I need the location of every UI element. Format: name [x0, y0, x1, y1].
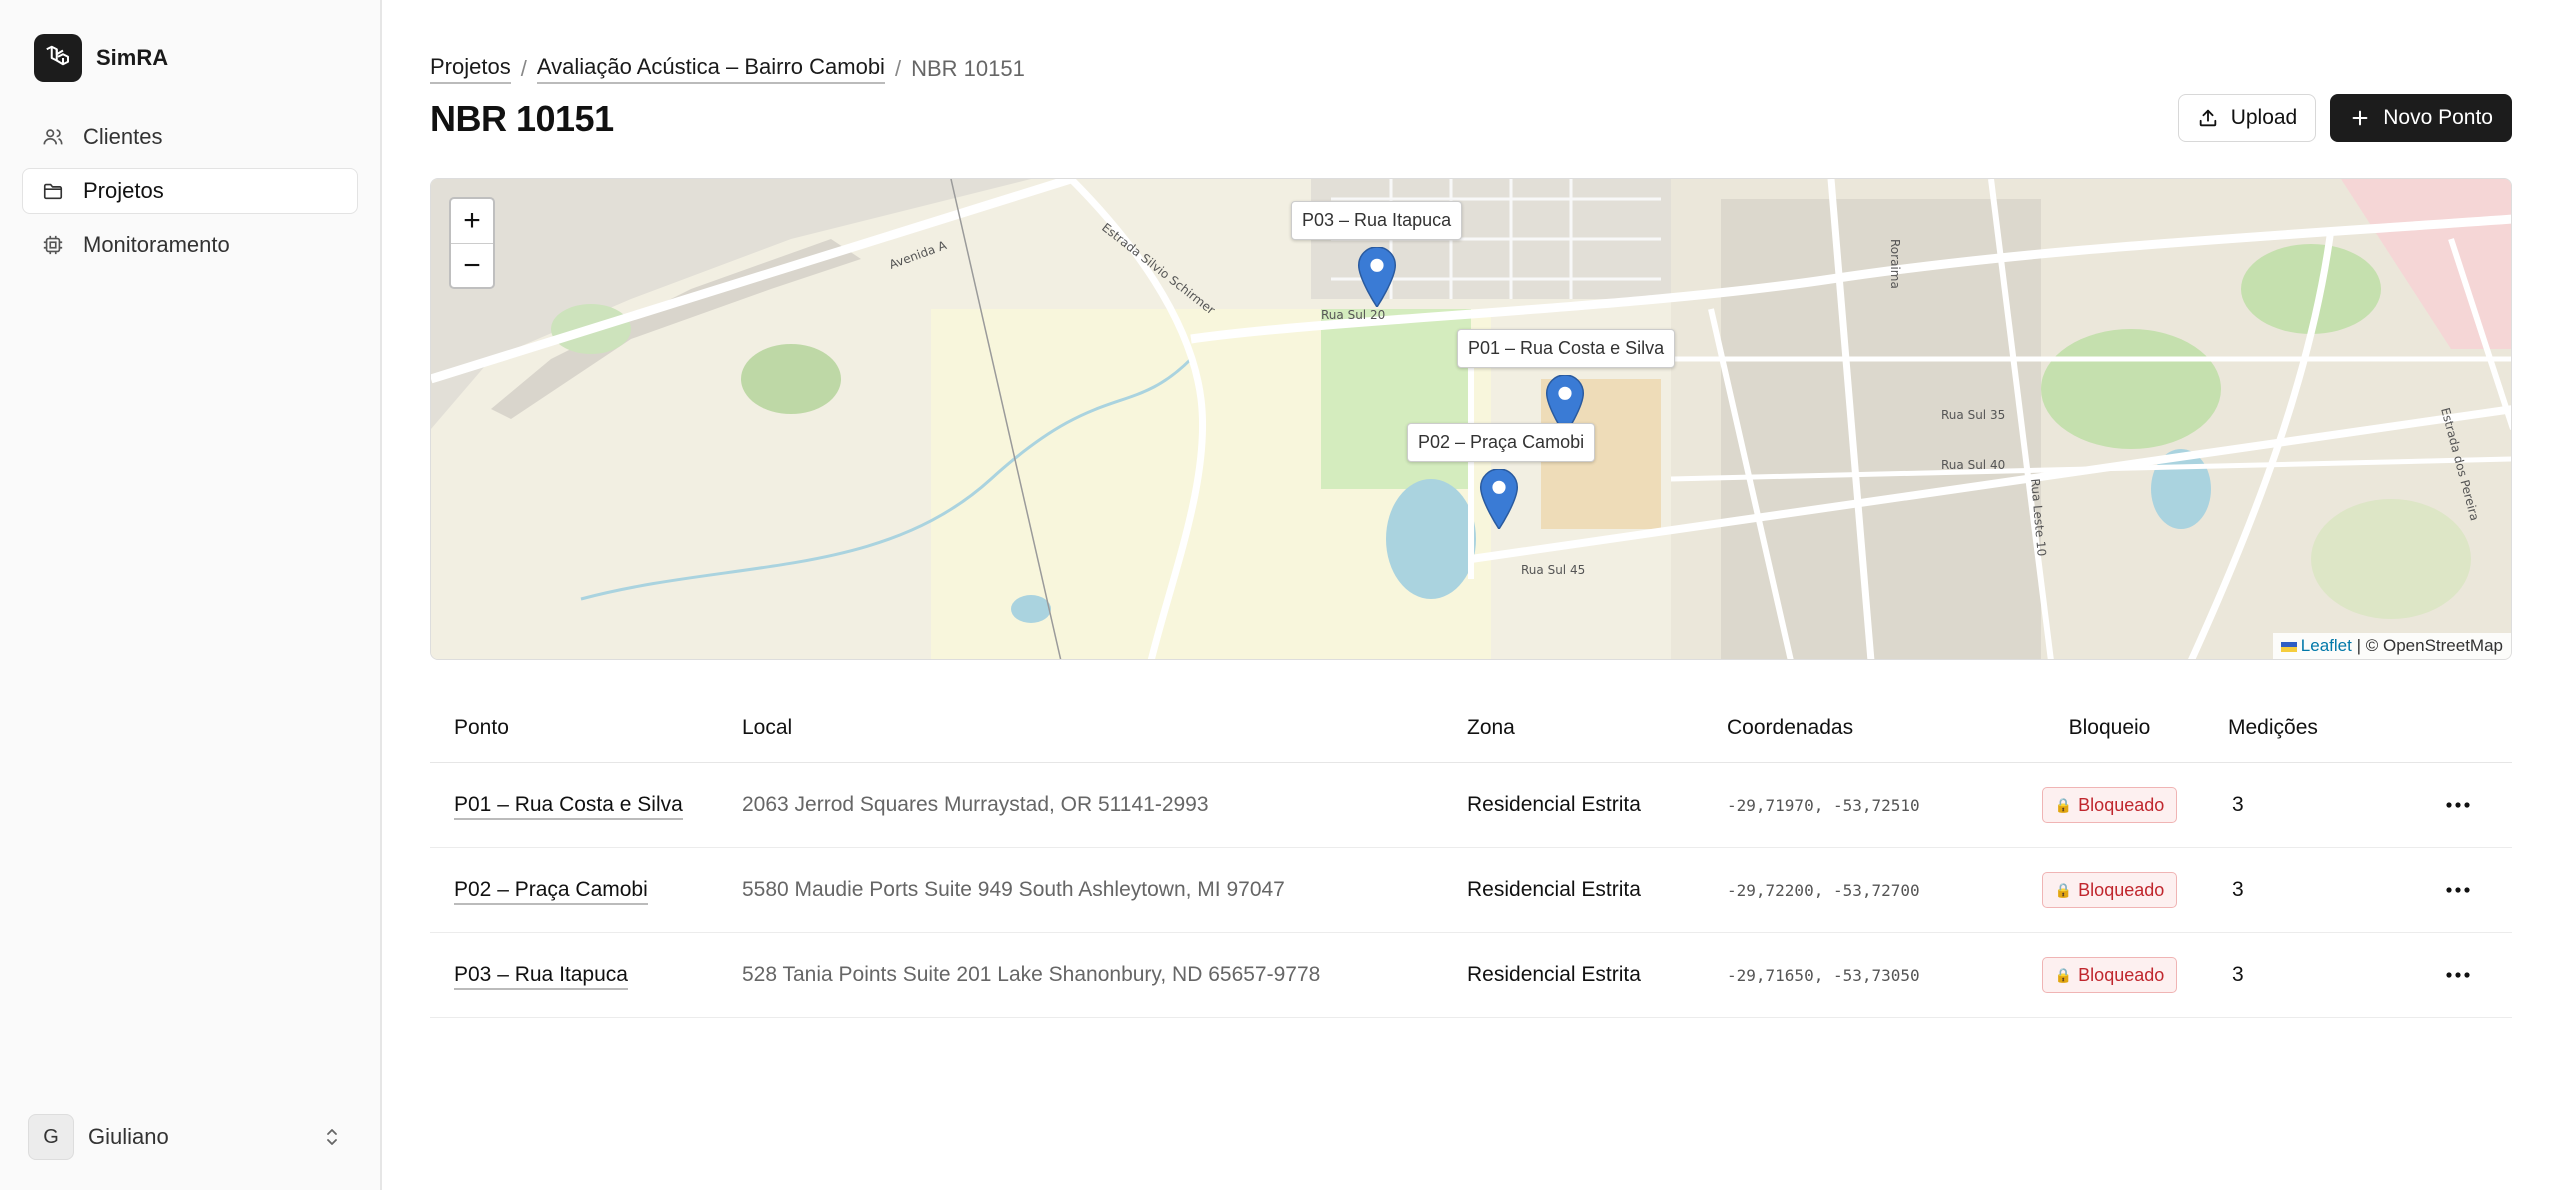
osm-attribution[interactable]: © OpenStreetMap	[2366, 636, 2503, 655]
upload-button[interactable]: Upload	[2177, 94, 2317, 142]
ukraine-flag-icon	[2280, 641, 2297, 652]
more-actions-icon[interactable]	[2440, 872, 2476, 908]
marker-tooltip: P02 – Praça Camobi	[1407, 423, 1596, 462]
chip-icon	[41, 233, 65, 257]
marker-tooltip: P01 – Rua Costa e Silva	[1457, 329, 1676, 368]
status-badge-label: Bloqueado	[2078, 964, 2165, 985]
status-badge: 🔒 Bloqueado	[2041, 957, 2178, 993]
status-badge: 🔒 Bloqueado	[2041, 872, 2178, 908]
local-cell: 5580 Maudie Ports Suite 949 South Ashley…	[742, 878, 1285, 901]
column-header-ponto: Ponto	[454, 715, 509, 739]
status-badge-label: Bloqueado	[2078, 794, 2165, 815]
lock-icon: 🔒	[2054, 881, 2073, 898]
more-actions-icon[interactable]	[2440, 957, 2476, 993]
map[interactable]: Avenida A Rua Sul 20 Estrada Silvio Schi…	[430, 178, 2512, 660]
lock-icon: 🔒	[2054, 966, 2073, 983]
map-zoom-control: + −	[449, 197, 495, 289]
street-label: Rua Sul 20	[1321, 308, 1385, 322]
laravel-logo-icon	[34, 34, 82, 82]
column-header-medicoes: Medições	[2228, 715, 2318, 739]
table-header: Ponto Local Zona Coordenadas Bloqueio Me…	[430, 693, 2512, 763]
medicoes-cell: 3	[2232, 878, 2244, 901]
avatar: G	[28, 1114, 74, 1160]
new-point-button[interactable]: Novo Ponto	[2330, 94, 2512, 142]
chevrons-up-down-icon	[320, 1125, 344, 1149]
column-header-coordenadas: Coordenadas	[1727, 715, 1854, 739]
breadcrumb-link-project[interactable]: Avaliação Acústica – Bairro Camobi	[536, 54, 885, 84]
map-marker-icon[interactable]	[1477, 468, 1521, 531]
street-label: Rua Sul 45	[1521, 563, 1585, 577]
upload-icon	[2197, 107, 2219, 129]
users-icon	[41, 125, 65, 149]
street-label: Roraima	[1888, 239, 1902, 289]
point-link[interactable]: P02 – Praça Camobi	[454, 878, 648, 905]
new-point-button-label: Novo Ponto	[2383, 106, 2493, 129]
map-attribution: Leaflet | © OpenStreetMap	[2272, 633, 2511, 659]
sidebar-item-projetos[interactable]: Projetos	[22, 168, 358, 214]
page-actions: Upload Novo Ponto	[2177, 94, 2512, 142]
status-badge-label: Bloqueado	[2078, 879, 2165, 900]
zona-cell: Residencial Estrita	[1467, 963, 1641, 986]
coords-cell: -29,71970, -53,72510	[1727, 795, 1920, 815]
breadcrumb-separator: /	[520, 56, 527, 81]
map-tiles: Avenida A Rua Sul 20 Estrada Silvio Schi…	[431, 179, 2511, 659]
sidebar-item-label: Monitoramento	[83, 232, 230, 257]
street-label: Rua Sul 40	[1941, 458, 2005, 472]
table-row: P02 – Praça Camobi 5580 Maudie Ports Sui…	[430, 848, 2512, 933]
coords-cell: -29,71650, -53,73050	[1727, 965, 1920, 985]
points-table: Ponto Local Zona Coordenadas Bloqueio Me…	[430, 693, 2512, 1018]
column-header-bloqueio: Bloqueio	[2068, 715, 2151, 739]
column-header-zona: Zona	[1467, 715, 1515, 739]
zona-cell: Residencial Estrita	[1467, 878, 1641, 901]
map-marker-icon[interactable]	[1355, 246, 1399, 309]
app-name: SimRA	[96, 45, 169, 70]
medicoes-cell: 3	[2232, 963, 2244, 986]
user-menu[interactable]: G Giuliano	[28, 1112, 348, 1162]
sidebar-item-clientes[interactable]: Clientes	[22, 114, 358, 160]
table-row: P01 – Rua Costa e Silva 2063 Jerrod Squa…	[430, 763, 2512, 848]
local-cell: 528 Tania Points Suite 201 Lake Shanonbu…	[742, 963, 1321, 986]
sidebar-item-label: Clientes	[83, 124, 163, 149]
user-name: Giuliano	[88, 1124, 169, 1149]
medicoes-cell: 3	[2232, 793, 2244, 816]
sidebar-item-monitoramento[interactable]: Monitoramento	[22, 222, 358, 268]
plus-icon	[2349, 107, 2371, 129]
sidebar-nav: Clientes Projetos Monitoramento	[22, 114, 358, 276]
street-label: Rua Sul 35	[1941, 408, 2005, 422]
attribution-separator: |	[2356, 636, 2361, 655]
zona-cell: Residencial Estrita	[1467, 793, 1641, 816]
breadcrumb-separator: /	[894, 56, 902, 81]
point-link[interactable]: P03 – Rua Itapuca	[454, 963, 628, 990]
coords-cell: -29,72200, -53,72700	[1727, 880, 1920, 900]
point-link[interactable]: P01 – Rua Costa e Silva	[454, 793, 683, 820]
lock-icon: 🔒	[2054, 796, 2073, 813]
column-header-local: Local	[742, 715, 793, 739]
sidebar-item-label: Projetos	[83, 178, 164, 203]
status-badge: 🔒 Bloqueado	[2041, 787, 2178, 823]
sidebar: SimRA Clientes Projetos Monitoramento G …	[0, 0, 382, 1190]
zoom-out-button[interactable]: −	[451, 243, 493, 287]
main-content: Projetos / Avaliação Acústica – Bairro C…	[383, 0, 2552, 1190]
zoom-in-button[interactable]: +	[451, 199, 493, 243]
upload-button-label: Upload	[2230, 106, 2298, 129]
leaflet-link[interactable]: Leaflet	[2301, 636, 2352, 655]
marker-tooltip: P03 – Rua Itapuca	[1291, 201, 1463, 240]
more-actions-icon[interactable]	[2440, 787, 2476, 823]
brand[interactable]: SimRA	[34, 34, 168, 82]
breadcrumb: Projetos / Avaliação Acústica – Bairro C…	[430, 54, 1025, 84]
page-title: NBR 10151	[430, 98, 614, 139]
breadcrumb-current: NBR 10151	[911, 56, 1025, 81]
folder-icon	[41, 179, 65, 203]
table-row: P03 – Rua Itapuca 528 Tania Points Suite…	[430, 933, 2512, 1018]
breadcrumb-link-projetos[interactable]: Projetos	[430, 54, 511, 84]
local-cell: 2063 Jerrod Squares Murraystad, OR 51141…	[742, 793, 1209, 816]
